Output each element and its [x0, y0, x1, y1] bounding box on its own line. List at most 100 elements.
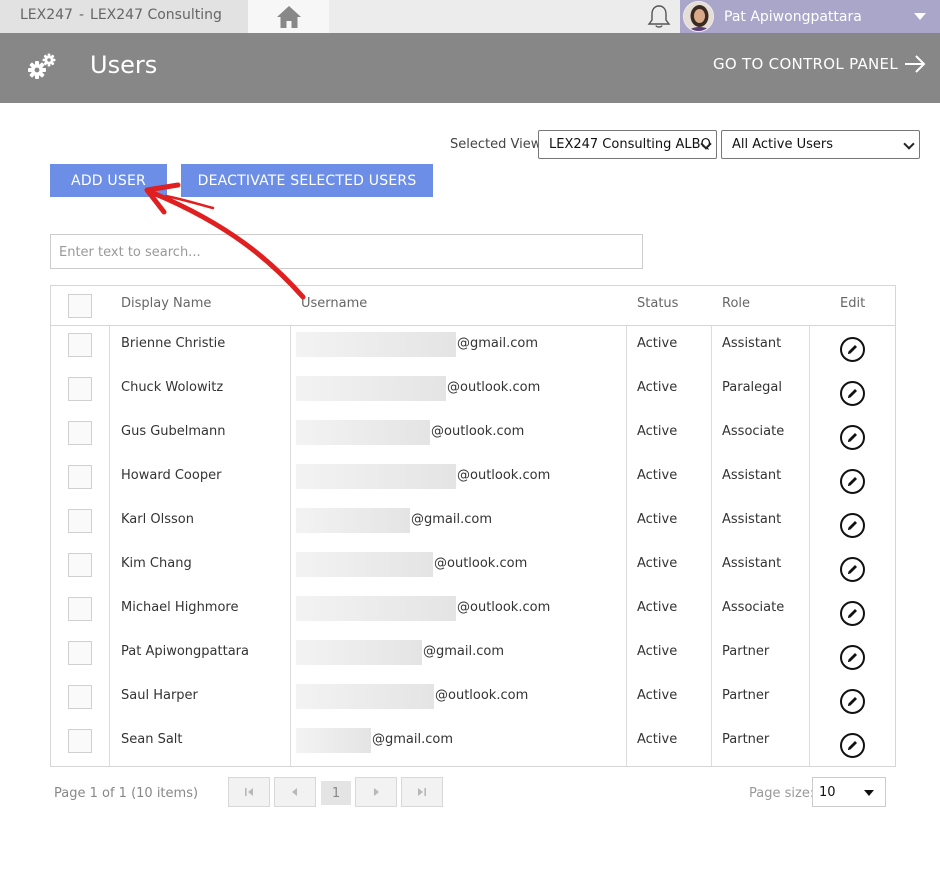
pencil-icon — [848, 653, 857, 662]
username-domain-cell: @outlook.com — [435, 688, 529, 703]
add-user-button[interactable]: ADD USER — [50, 164, 167, 197]
pencil-icon — [848, 477, 857, 486]
username-domain-cell: @outlook.com — [457, 468, 551, 483]
redacted-username-mask — [296, 420, 430, 445]
office-select[interactable]: LEX247 Consulting ALBQ — [538, 130, 717, 159]
pager-info: Page 1 of 1 (10 items) — [54, 786, 199, 801]
username-domain-cell: @outlook.com — [431, 424, 525, 439]
table-row[interactable]: Chuck Wolowitz @outlook.com Active Paralega… — [51, 370, 895, 414]
row-checkbox[interactable] — [68, 685, 92, 709]
display-name-cell: Gus Gubelmann — [121, 424, 226, 439]
role-cell: Partner — [722, 732, 770, 747]
username-domain-cell: @outlook.com — [457, 600, 551, 615]
row-checkbox[interactable] — [68, 641, 92, 665]
username-domain-cell: @outlook.com — [434, 556, 528, 571]
row-checkbox[interactable] — [68, 377, 92, 401]
table-row[interactable]: Howard Cooper @outlook.com Active Assistant — [51, 458, 895, 502]
display-name-cell: Saul Harper — [121, 688, 198, 703]
column-header-edit: Edit — [840, 296, 866, 311]
table-row[interactable]: Pat Apiwongpattara @gmail.com Active Partne… — [51, 634, 895, 678]
selected-view-label: Selected View: — [450, 137, 546, 152]
table-row[interactable]: Gus Gubelmann @outlook.com Active Associate — [51, 414, 895, 458]
redacted-username-mask — [296, 332, 456, 357]
table-row[interactable]: Kim Chang @outlook.com Active Assistant — [51, 546, 895, 590]
edit-user-button[interactable] — [840, 733, 865, 758]
pencil-icon — [848, 609, 857, 618]
row-checkbox[interactable] — [68, 465, 92, 489]
app-separator: - — [78, 7, 85, 23]
search-input[interactable]: Enter text to search... — [50, 234, 643, 269]
grid-header: Display Name Username Status Role Edit — [51, 286, 895, 326]
edit-user-button[interactable] — [840, 381, 865, 406]
user-name: Pat Apiwongpattara — [724, 9, 862, 25]
app-name: LEX247 — [20, 7, 73, 23]
column-header-display-name[interactable]: Display Name — [121, 296, 211, 311]
role-cell: Paralegal — [722, 380, 782, 395]
table-row[interactable]: Sean Salt @gmail.com Active Partner — [51, 722, 895, 766]
role-cell: Associate — [722, 600, 785, 615]
role-cell: Assistant — [722, 512, 782, 527]
table-row[interactable]: Michael Highmore @outlook.com Active Associ… — [51, 590, 895, 634]
edit-user-button[interactable] — [840, 601, 865, 626]
edit-user-button[interactable] — [840, 689, 865, 714]
redacted-username-mask — [296, 464, 456, 489]
redacted-username-mask — [296, 684, 434, 709]
deactivate-selected-users-button[interactable]: DEACTIVATE SELECTED USERS — [181, 164, 433, 197]
page-header: Users GO TO CONTROL PANEL — [0, 33, 940, 103]
display-name-cell: Michael Highmore — [121, 600, 239, 615]
redacted-username-mask — [296, 596, 456, 621]
column-header-role[interactable]: Role — [722, 296, 750, 311]
chevron-down-icon — [914, 13, 926, 20]
status-cell: Active — [637, 600, 678, 615]
user-filter-select[interactable]: All Active Users — [721, 130, 920, 159]
row-checkbox[interactable] — [68, 729, 92, 753]
row-checkbox[interactable] — [68, 333, 92, 357]
status-cell: Active — [637, 556, 678, 571]
row-checkbox[interactable] — [68, 597, 92, 621]
select-all-checkbox[interactable] — [68, 294, 92, 318]
edit-user-button[interactable] — [840, 645, 865, 670]
status-cell: Active — [637, 732, 678, 747]
control-panel-label: GO TO CONTROL PANEL — [712, 55, 898, 73]
last-page-button[interactable] — [401, 777, 443, 807]
go-to-control-panel-link[interactable]: GO TO CONTROL PANEL — [713, 55, 926, 73]
gears-icon — [26, 51, 58, 83]
table-row[interactable]: Brienne Christie @gmail.com Active Assistan… — [51, 326, 895, 370]
page-size-label: Page size: — [749, 786, 815, 801]
first-page-button[interactable] — [228, 777, 270, 807]
home-button[interactable] — [248, 0, 329, 33]
chevron-down-icon — [864, 790, 874, 796]
app-tab[interactable]: LEX247- LEX247 Consulting — [0, 0, 248, 33]
previous-page-button[interactable] — [274, 777, 316, 807]
table-row[interactable]: Karl Olsson @gmail.com Active Assistant — [51, 502, 895, 546]
table-row[interactable]: Saul Harper @outlook.com Active Partner — [51, 678, 895, 722]
current-page-button[interactable]: 1 — [321, 781, 351, 805]
display-name-cell: Chuck Wolowitz — [121, 380, 224, 395]
pencil-icon — [848, 697, 857, 706]
status-cell: Active — [637, 380, 678, 395]
next-page-button[interactable] — [355, 777, 397, 807]
user-menu[interactable]: Pat Apiwongpattara — [680, 0, 940, 33]
home-icon — [276, 5, 301, 28]
column-header-status[interactable]: Status — [637, 296, 678, 311]
edit-user-button[interactable] — [840, 469, 865, 494]
edit-user-button[interactable] — [840, 425, 865, 450]
pencil-icon — [848, 345, 857, 354]
row-checkbox[interactable] — [68, 509, 92, 533]
username-domain-cell: @gmail.com — [411, 512, 493, 527]
column-header-username[interactable]: Username — [301, 296, 367, 311]
edit-user-button[interactable] — [840, 557, 865, 582]
row-checkbox[interactable] — [68, 553, 92, 577]
row-checkbox[interactable] — [68, 421, 92, 445]
status-cell: Active — [637, 644, 678, 659]
page-size-select[interactable]: 10 — [812, 777, 886, 807]
chevron-right-icon — [374, 788, 379, 796]
bell-icon — [647, 5, 671, 28]
edit-user-button[interactable] — [840, 337, 865, 362]
users-grid: Display Name Username Status Role Edit B… — [50, 285, 896, 767]
edit-user-button[interactable] — [840, 513, 865, 538]
notifications-button[interactable] — [644, 2, 674, 32]
status-cell: Active — [637, 336, 678, 351]
redacted-username-mask — [296, 508, 410, 533]
avatar — [683, 1, 714, 32]
